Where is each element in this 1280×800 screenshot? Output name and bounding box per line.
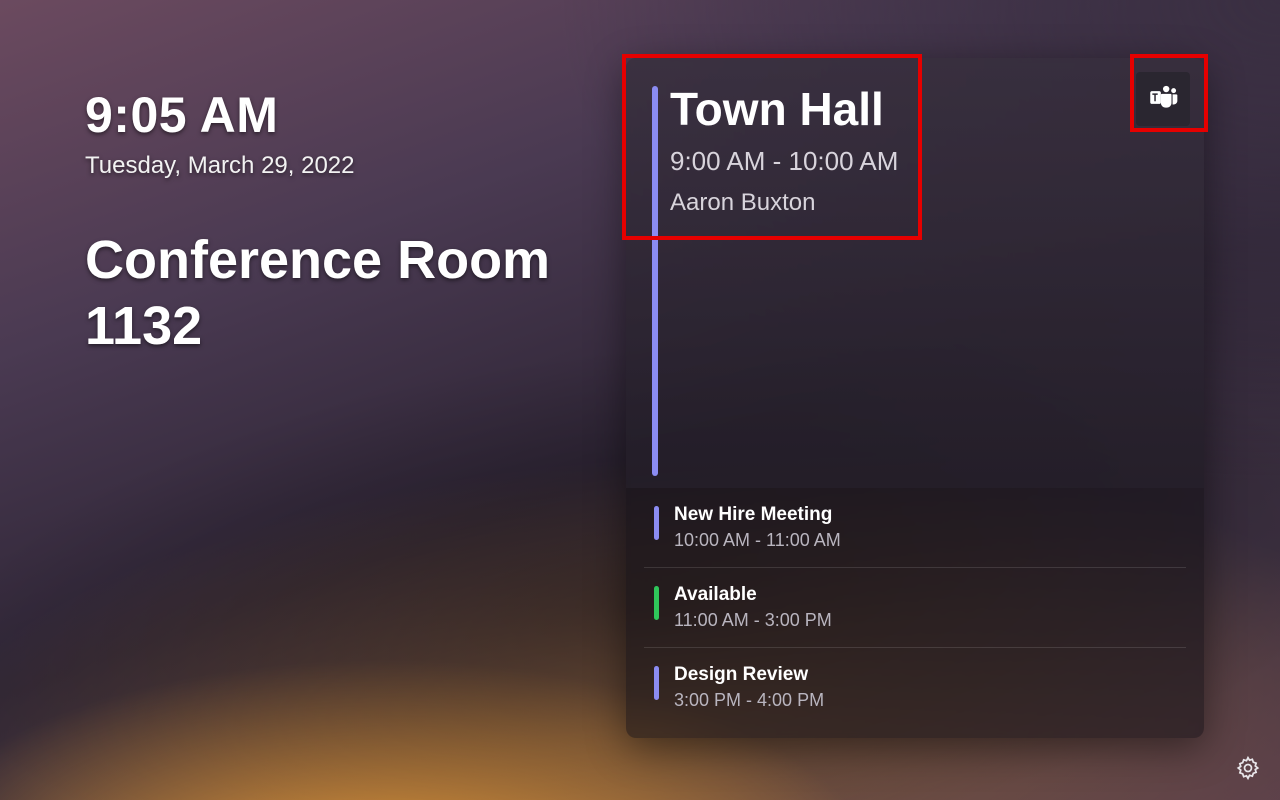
upcoming-accent-bar bbox=[654, 506, 659, 540]
upcoming-accent-bar bbox=[654, 586, 659, 620]
upcoming-accent-bar bbox=[654, 666, 659, 700]
upcoming-title: New Hire Meeting bbox=[674, 504, 1176, 526]
upcoming-item[interactable]: New Hire Meeting 10:00 AM - 11:00 AM bbox=[644, 488, 1186, 568]
teams-icon bbox=[1146, 80, 1180, 119]
teams-icon-button[interactable] bbox=[1136, 72, 1190, 126]
schedule-panel: Town Hall 9:00 AM - 10:00 AM Aaron Buxto… bbox=[626, 58, 1204, 738]
upcoming-title: Design Review bbox=[674, 664, 1176, 686]
gear-icon bbox=[1235, 755, 1261, 786]
upcoming-time: 3:00 PM - 4:00 PM bbox=[674, 690, 1176, 711]
upcoming-item[interactable]: Design Review 3:00 PM - 4:00 PM bbox=[644, 648, 1186, 727]
upcoming-time: 10:00 AM - 11:00 AM bbox=[674, 530, 1176, 551]
upcoming-item-available[interactable]: Available 11:00 AM - 3:00 PM bbox=[644, 568, 1186, 648]
room-name: Conference Room 1132 bbox=[85, 228, 585, 360]
clock-time: 9:05 AM bbox=[85, 86, 585, 144]
upcoming-time: 11:00 AM - 3:00 PM bbox=[674, 610, 1176, 631]
clock-date: Tuesday, March 29, 2022 bbox=[85, 152, 585, 180]
current-meeting-organizer: Aaron Buxton bbox=[670, 189, 1176, 217]
current-meeting-accent-bar bbox=[652, 86, 658, 476]
current-meeting-card[interactable]: Town Hall 9:00 AM - 10:00 AM Aaron Buxto… bbox=[626, 58, 1204, 488]
room-info-pane: 9:05 AM Tuesday, March 29, 2022 Conferen… bbox=[85, 86, 585, 360]
current-meeting-time: 9:00 AM - 10:00 AM bbox=[670, 146, 1176, 177]
current-meeting-title: Town Hall bbox=[670, 82, 1176, 136]
settings-button[interactable] bbox=[1232, 754, 1264, 786]
upcoming-title: Available bbox=[674, 584, 1176, 606]
upcoming-list: New Hire Meeting 10:00 AM - 11:00 AM Ava… bbox=[626, 488, 1204, 727]
